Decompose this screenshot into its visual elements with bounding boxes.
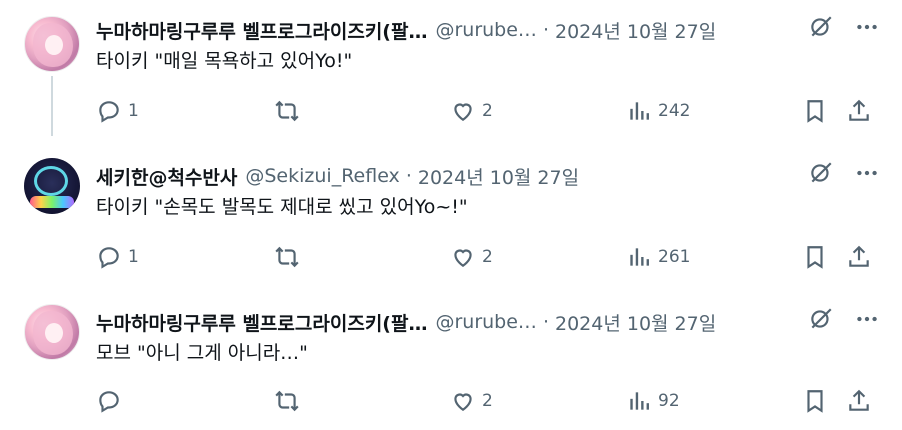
- views-icon: [630, 248, 649, 266]
- avatar[interactable]: [24, 16, 80, 72]
- bookmark-button[interactable]: [802, 98, 828, 124]
- separator: ·: [542, 311, 549, 333]
- heart-icon: [454, 393, 472, 411]
- share-icon: [849, 389, 869, 411]
- more-icon[interactable]: [854, 306, 880, 332]
- bookmark-button[interactable]: [802, 388, 828, 414]
- views-button[interactable]: 261: [626, 244, 690, 270]
- tweet-text: 타이키 "손목도 발목도 제대로 씼고 있어Yo~!": [96, 196, 468, 218]
- bookmark-button[interactable]: [802, 244, 828, 270]
- avatar-face: [45, 35, 63, 55]
- tweet-header: 누마하마링구루루 벨프로그라이즈키(팔… @rurube… · 2024년 10…: [96, 15, 716, 45]
- views-button[interactable]: 92: [626, 388, 680, 414]
- author-handle[interactable]: @Sekizui_Reflex: [245, 165, 399, 187]
- bookmark-icon: [807, 390, 823, 413]
- retweet-icon: [275, 246, 299, 268]
- views-icon: [630, 392, 649, 410]
- share-icon: [849, 99, 869, 121]
- avatar-emblem: [34, 166, 68, 196]
- avatar-rainbow: [30, 196, 74, 208]
- more-icon[interactable]: [854, 160, 880, 186]
- tweet-actions: 1 2 242: [96, 98, 876, 128]
- tweet-actions: 2 92: [96, 388, 876, 418]
- reply-icon: [99, 247, 119, 269]
- separator: ·: [542, 19, 549, 41]
- share-icon: [849, 245, 869, 267]
- tweet-top-actions: [808, 306, 880, 332]
- tweet-1[interactable]: 누마하마링구루루 벨프로그라이즈키(팔… @rurube… · 2024년 10…: [0, 12, 902, 142]
- retweet-icon: [275, 100, 299, 122]
- tweet-text: 타이키 "매일 목욕하고 있어Yo!": [96, 50, 353, 72]
- bookmark-icon: [807, 246, 823, 269]
- tweet-top-actions: [808, 14, 880, 40]
- views-count: 242: [658, 101, 691, 121]
- share-button[interactable]: [846, 388, 872, 414]
- views-button[interactable]: 242: [626, 98, 690, 124]
- tweet-text: 모브 "아니 그게 아니라…": [96, 342, 308, 364]
- reply-icon: [99, 101, 119, 123]
- views-count: 261: [658, 247, 691, 267]
- post-date[interactable]: 2024년 10월 27일: [555, 17, 716, 44]
- reply-button[interactable]: 1: [96, 244, 139, 270]
- retweet-button[interactable]: [274, 388, 300, 414]
- retweet-button[interactable]: [274, 244, 300, 270]
- share-button[interactable]: [846, 98, 872, 124]
- tweet-header: 세키한@척수반사 @Sekizui_Reflex · 2024년 10월 27일: [96, 161, 579, 191]
- like-count: 2: [482, 247, 493, 267]
- post-date[interactable]: 2024년 10월 27일: [418, 163, 579, 190]
- like-button[interactable]: 2: [450, 388, 493, 414]
- grok-icon[interactable]: [808, 14, 834, 40]
- share-button[interactable]: [846, 244, 872, 270]
- author-name[interactable]: 누마하마링구루루 벨프로그라이즈키(팔…: [96, 17, 427, 44]
- grok-icon[interactable]: [808, 160, 834, 186]
- grok-icon[interactable]: [808, 306, 834, 332]
- views-count: 92: [658, 391, 680, 411]
- retweet-button[interactable]: [274, 98, 300, 124]
- views-icon: [630, 102, 649, 120]
- heart-icon: [454, 103, 472, 121]
- avatar-face: [45, 323, 63, 343]
- author-handle[interactable]: @rurube…: [435, 19, 536, 41]
- like-count: 2: [482, 101, 493, 121]
- author-name[interactable]: 누마하마링구루루 벨프로그라이즈키(팔…: [96, 309, 427, 336]
- tweet-actions: 1 2 261: [96, 244, 876, 274]
- reply-button[interactable]: 1: [96, 98, 139, 124]
- retweet-icon: [275, 390, 299, 412]
- more-icon[interactable]: [854, 14, 880, 40]
- author-name[interactable]: 세키한@척수반사: [96, 163, 237, 190]
- like-count: 2: [482, 391, 493, 411]
- avatar[interactable]: [24, 158, 80, 214]
- separator: ·: [405, 165, 412, 187]
- tweet-header: 누마하마링구루루 벨프로그라이즈키(팔… @rurube… · 2024년 10…: [96, 307, 716, 337]
- avatar[interactable]: [24, 304, 80, 360]
- heart-icon: [454, 249, 472, 267]
- post-date[interactable]: 2024년 10월 27일: [555, 309, 716, 336]
- reply-count: 1: [128, 247, 139, 267]
- tweet-3[interactable]: 누마하마링구루루 벨프로그라이즈키(팔… @rurube… · 2024년 10…: [0, 304, 902, 424]
- like-button[interactable]: 2: [450, 98, 493, 124]
- like-button[interactable]: 2: [450, 244, 493, 270]
- tweet-2[interactable]: 세키한@척수반사 @Sekizui_Reflex · 2024년 10월 27일…: [0, 158, 902, 278]
- thread-line: [51, 76, 53, 136]
- reply-count: 1: [128, 101, 139, 121]
- bookmark-icon: [807, 100, 823, 123]
- reply-button[interactable]: [96, 388, 128, 414]
- author-handle[interactable]: @rurube…: [435, 311, 536, 333]
- tweet-top-actions: [808, 160, 880, 186]
- reply-icon: [99, 391, 119, 413]
